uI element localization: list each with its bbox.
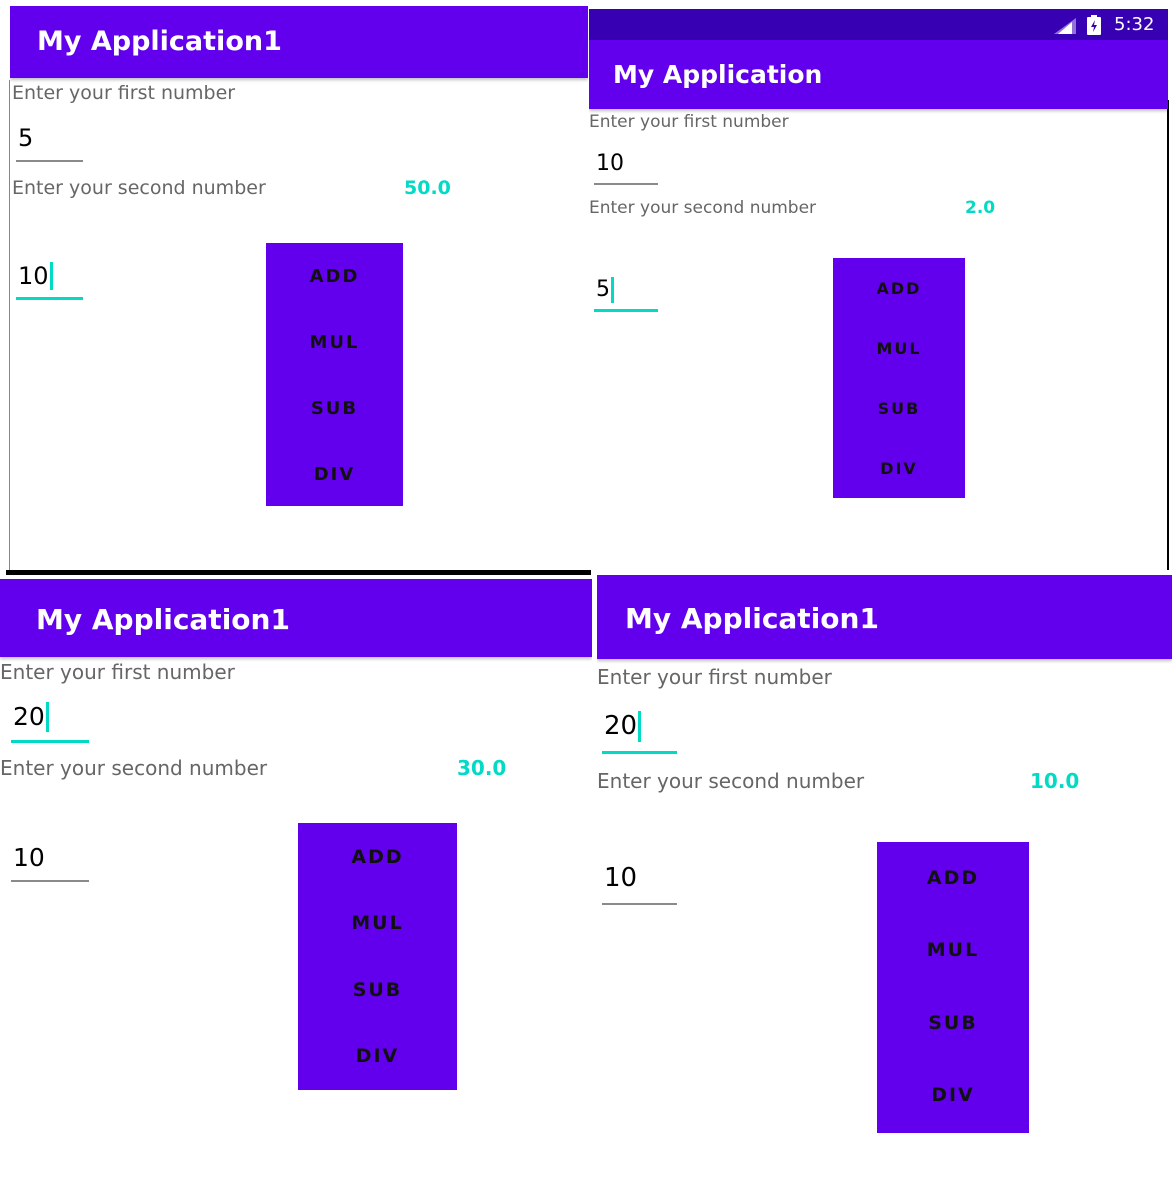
add-button[interactable]: ADD — [833, 279, 965, 298]
button-group: ADD MUL SUB DIV — [877, 842, 1029, 1133]
sub-button[interactable]: SUB — [266, 398, 403, 419]
second-number-label: Enter your second number — [589, 198, 817, 218]
screen-3: My Application1 Enter your first number … — [0, 575, 592, 1190]
second-number-input[interactable]: 5 — [596, 277, 614, 303]
second-number-input[interactable]: 10 — [18, 262, 53, 290]
battery-icon — [1087, 15, 1101, 35]
signal-icon — [1054, 18, 1076, 34]
first-number-label: Enter your first number — [597, 665, 832, 689]
button-group: ADD MUL SUB DIV — [298, 823, 457, 1090]
mul-button[interactable]: MUL — [833, 339, 965, 358]
result-text: 10.0 — [1030, 769, 1080, 793]
first-number-input[interactable]: 5 — [18, 124, 33, 152]
sub-button[interactable]: SUB — [877, 1012, 1029, 1034]
text-cursor — [611, 277, 614, 303]
second-number-underline — [594, 309, 658, 312]
first-number-underline — [602, 751, 677, 754]
app-title: My Application — [613, 60, 823, 89]
result-text: 50.0 — [404, 177, 451, 199]
div-button[interactable]: DIV — [266, 464, 403, 485]
second-number-input[interactable]: 10 — [604, 863, 637, 893]
first-number-input[interactable]: 20 — [604, 711, 642, 742]
first-number-underline — [16, 160, 83, 162]
text-cursor — [638, 711, 642, 742]
status-time: 5:32 — [1114, 14, 1155, 35]
div-button[interactable]: DIV — [298, 1045, 457, 1067]
first-number-label: Enter your first number — [0, 660, 235, 684]
panel-edge — [1167, 100, 1169, 570]
first-number-underline — [594, 183, 658, 185]
add-button[interactable]: ADD — [877, 867, 1029, 889]
text-cursor — [45, 702, 49, 732]
first-number-underline — [11, 740, 89, 743]
second-number-underline — [16, 297, 83, 300]
button-group: ADD MUL SUB DIV — [833, 258, 965, 498]
second-number-underline — [11, 880, 89, 882]
screen-1: My Application1 Enter your first number … — [10, 6, 588, 570]
screen-2: 5:32 My Application Enter your first num… — [589, 9, 1168, 569]
second-number-underline — [602, 903, 677, 905]
app-bar: My Application1 — [10, 6, 588, 78]
screen-4: My Application1 Enter your first number … — [597, 575, 1172, 1190]
app-title: My Application1 — [625, 602, 879, 635]
status-bar: 5:32 — [589, 9, 1168, 40]
panel-edge — [9, 80, 10, 570]
first-number-input[interactable]: 20 — [13, 702, 49, 732]
app-title: My Application1 — [36, 603, 290, 636]
app-bar: My Application1 — [0, 579, 592, 657]
add-button[interactable]: ADD — [298, 846, 457, 868]
div-button[interactable]: DIV — [877, 1084, 1029, 1106]
mul-button[interactable]: MUL — [298, 912, 457, 934]
first-number-input[interactable]: 10 — [596, 151, 624, 176]
second-number-label: Enter your second number — [12, 177, 266, 199]
second-number-input[interactable]: 10 — [13, 843, 45, 872]
add-button[interactable]: ADD — [266, 266, 403, 287]
app-title: My Application1 — [37, 26, 282, 57]
second-number-label: Enter your second number — [597, 769, 865, 793]
first-number-label: Enter your first number — [12, 82, 236, 104]
second-number-label: Enter your second number — [0, 756, 268, 780]
app-bar: My Application1 — [597, 575, 1172, 659]
text-cursor — [49, 262, 53, 290]
sub-button[interactable]: SUB — [833, 399, 965, 418]
mul-button[interactable]: MUL — [877, 939, 1029, 961]
result-text: 2.0 — [965, 198, 996, 218]
result-text: 30.0 — [457, 756, 507, 780]
first-number-label: Enter your first number — [589, 112, 789, 132]
button-group: ADD MUL SUB DIV — [266, 243, 403, 506]
app-bar: My Application — [589, 40, 1168, 109]
div-button[interactable]: DIV — [833, 459, 965, 478]
sub-button[interactable]: SUB — [298, 979, 457, 1001]
mul-button[interactable]: MUL — [266, 332, 403, 353]
